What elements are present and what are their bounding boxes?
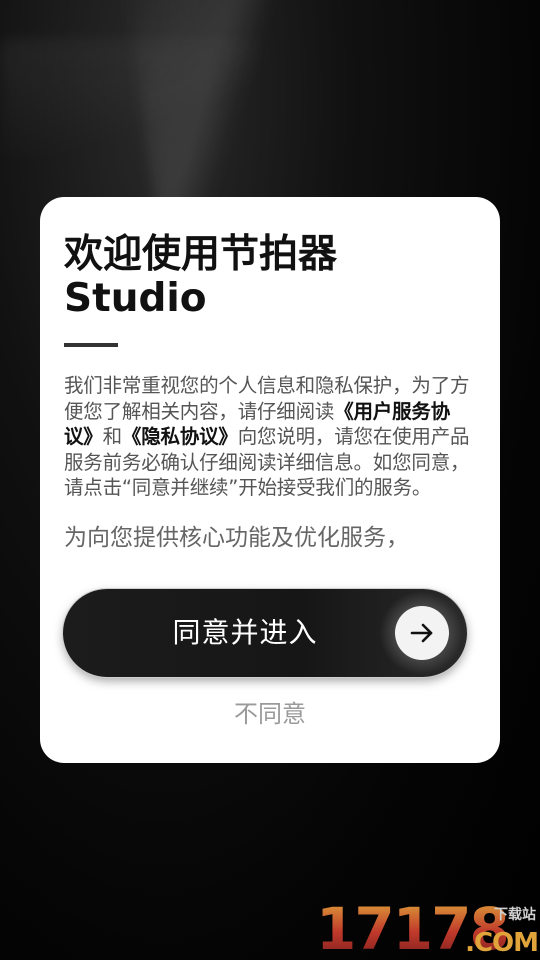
agree-button-label: 同意并进入 [172,616,318,649]
scroll-subtext: 为向您提供核心功能及优化服务， [64,524,409,551]
watermark-sub: 下载站 [494,907,536,923]
title-line-1: 欢迎使用节拍器 [64,232,338,277]
title-divider [64,343,118,347]
screen: 欢迎使用节拍器 Studio 我们非常重视您的个人信息和隐私保护，为了方便您了解… [0,0,540,960]
privacy-body-text: 我们非常重视您的个人信息和隐私保护，为了方便您了解相关内容，请仔细阅读《用户服务… [64,373,476,501]
disagree-button[interactable]: 不同意 [40,694,500,729]
dialog-title: 欢迎使用节拍器 Studio [64,233,476,321]
title-line-2: Studio [64,276,207,321]
background-light-haze [0,40,260,160]
agree-and-enter-button[interactable]: 同意并进入 [63,589,467,677]
privacy-policy-link[interactable]: 《隐私协议》 [122,425,238,448]
body-text-and: 和 [102,425,123,448]
watermark-dotcom: .COM [465,928,539,958]
privacy-dialog: 欢迎使用节拍器 Studio 我们非常重视您的个人信息和隐私保护，为了方便您了解… [40,197,500,763]
arrow-right-icon [395,606,449,660]
watermark-logo: 17178 下载站 .COM [316,898,540,960]
